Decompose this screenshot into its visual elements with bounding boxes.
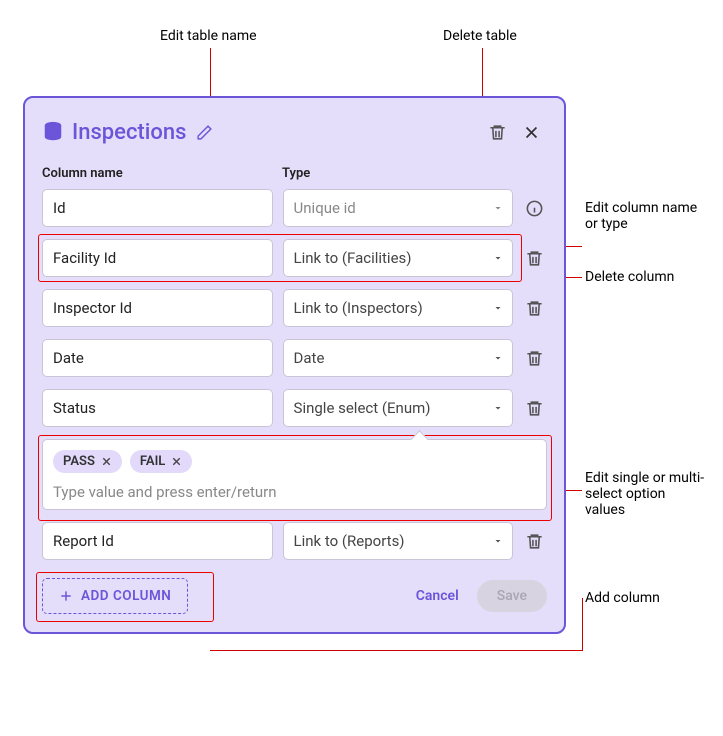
title-row: Inspections xyxy=(42,104,547,160)
annotation-edit-table-name: Edit table name xyxy=(160,28,257,44)
column-row: Facility Id Link to (Facilities) xyxy=(42,239,547,277)
column-name-input[interactable]: Date xyxy=(42,339,273,377)
enum-chip: FAIL xyxy=(130,450,192,473)
column-headers: Column name Type xyxy=(42,166,547,181)
save-button: Save xyxy=(477,580,547,612)
column-name-input[interactable]: Id xyxy=(42,189,273,227)
plus-icon xyxy=(59,589,73,603)
column-row: Id Unique id xyxy=(42,189,547,227)
trash-icon[interactable] xyxy=(488,123,507,142)
database-icon xyxy=(42,121,64,143)
edit-table-panel: Inspections Column name Type Id Unique i… xyxy=(23,96,566,634)
trash-icon[interactable] xyxy=(521,349,547,368)
column-row: Report Id Link to (Reports) xyxy=(42,522,547,560)
chevron-down-icon xyxy=(492,352,504,364)
leader-line xyxy=(210,650,582,651)
enum-value-input[interactable]: Type value and press enter/return xyxy=(53,483,536,501)
pencil-icon[interactable] xyxy=(196,124,213,141)
column-row: Status Single select (Enum) xyxy=(42,389,547,427)
close-icon[interactable] xyxy=(171,456,182,467)
add-column-label: ADD COLUMN xyxy=(81,588,171,604)
close-icon[interactable] xyxy=(523,124,547,141)
enum-chip: PASS xyxy=(53,450,122,473)
enum-chip-label: FAIL xyxy=(140,454,165,469)
trash-icon[interactable] xyxy=(521,399,547,418)
column-name-input[interactable]: Facility Id xyxy=(42,239,273,277)
chevron-down-icon xyxy=(492,535,504,547)
header-type: Type xyxy=(282,166,547,181)
chevron-down-icon xyxy=(492,302,504,314)
column-type-select[interactable]: Date xyxy=(283,339,514,377)
column-name-input[interactable]: Inspector Id xyxy=(42,289,273,327)
column-type-select[interactable]: Link to (Reports) xyxy=(283,522,514,560)
chevron-down-icon xyxy=(492,202,504,214)
column-row: Inspector Id Link to (Inspectors) xyxy=(42,289,547,327)
column-type-select[interactable]: Link to (Facilities) xyxy=(283,239,514,277)
panel-footer: ADD COLUMN Cancel Save xyxy=(42,578,547,614)
column-name-input[interactable]: Report Id xyxy=(42,522,273,560)
column-type-select[interactable]: Single select (Enum) xyxy=(283,389,514,427)
annotation-add-column: Add column xyxy=(585,590,660,606)
close-icon[interactable] xyxy=(101,456,112,467)
enum-chip-label: PASS xyxy=(63,454,95,469)
chevron-down-icon xyxy=(492,402,504,414)
column-type-select[interactable]: Link to (Inspectors) xyxy=(283,289,514,327)
trash-icon[interactable] xyxy=(521,532,547,551)
cancel-button[interactable]: Cancel xyxy=(416,588,459,604)
column-type-select: Unique id xyxy=(283,189,514,227)
annotation-edit-enum: Edit single or multi-select option value… xyxy=(585,470,705,518)
column-name-input[interactable]: Status xyxy=(42,389,273,427)
trash-icon[interactable] xyxy=(521,249,547,268)
table-title: Inspections xyxy=(72,120,186,145)
header-column-name: Column name xyxy=(42,166,282,181)
leader-line xyxy=(582,598,583,651)
enum-options-box: PASS FAIL Type value and press enter/ret… xyxy=(42,439,547,510)
add-column-button[interactable]: ADD COLUMN xyxy=(42,578,188,614)
column-row: Date Date xyxy=(42,339,547,377)
info-icon[interactable] xyxy=(521,199,547,218)
annotation-delete-column: Delete column xyxy=(585,269,674,285)
enum-chip-list: PASS FAIL xyxy=(53,450,536,473)
annotation-edit-column: Edit column name or type xyxy=(585,200,705,232)
trash-icon[interactable] xyxy=(521,299,547,318)
annotation-delete-table: Delete table xyxy=(443,28,517,44)
chevron-down-icon xyxy=(492,252,504,264)
